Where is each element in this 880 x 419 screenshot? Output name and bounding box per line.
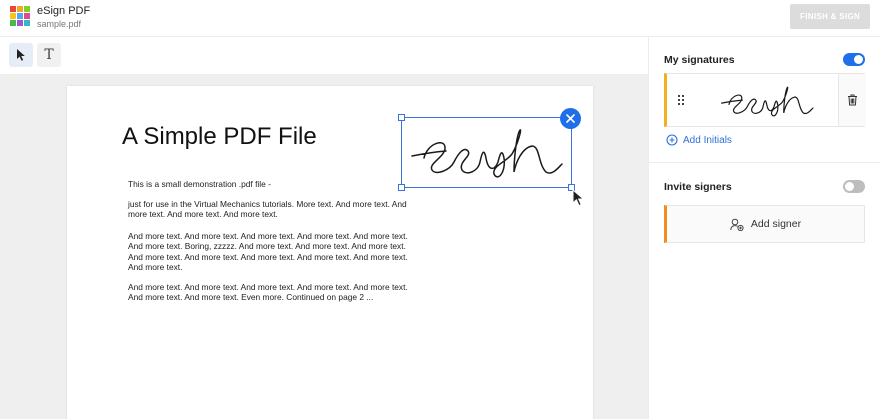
trash-icon (848, 94, 857, 106)
my-signatures-toggle[interactable] (843, 53, 865, 66)
text-tool-button[interactable]: T (37, 43, 61, 67)
select-tool-button[interactable] (9, 43, 33, 67)
plus-circle-icon (666, 134, 678, 146)
placed-signature-field[interactable] (398, 114, 575, 191)
drag-handle-icon[interactable] (678, 95, 684, 105)
my-signatures-title: My signatures (664, 54, 735, 66)
pdf-paragraph: And more text. And more text. And more t… (128, 231, 408, 273)
add-initials-label: Add Initials (683, 134, 732, 146)
toolbar: T (0, 37, 648, 74)
app-title: eSign PDF (37, 5, 91, 17)
add-signer-label: Add signer (750, 218, 802, 230)
pdf-paragraph: And more text. And more text. And more t… (128, 282, 408, 303)
resize-handle-top-left[interactable] (398, 114, 405, 121)
pdf-title: A Simple PDF File (122, 123, 317, 150)
add-initials-link[interactable]: Add Initials (666, 134, 732, 146)
resize-handle-bottom-left[interactable] (398, 184, 405, 191)
app-header: eSign PDF sample.pdf FINISH & SIGN (0, 0, 880, 37)
app-logo-icon (10, 6, 30, 26)
mouse-pointer-icon (572, 189, 585, 207)
pdf-paragraph: This is a small demonstration .pdf file … (128, 179, 271, 189)
invite-signers-title: Invite signers (664, 181, 732, 193)
signature-thumbnail (721, 86, 814, 117)
sidebar-divider (649, 162, 880, 163)
remove-signature-button[interactable] (560, 108, 581, 129)
signature-card[interactable] (664, 73, 866, 127)
pdf-paragraph: just for use in the Virtual Mechanics tu… (128, 199, 407, 220)
right-sidebar: My signatures Add Initials Invite signer… (648, 37, 880, 419)
add-signer-button[interactable]: Add signer (664, 205, 865, 243)
invite-signers-toggle[interactable] (843, 180, 865, 193)
cursor-arrow-icon (16, 49, 25, 61)
close-icon (566, 114, 575, 123)
text-icon: T (44, 47, 54, 63)
delete-signature-button[interactable] (838, 74, 866, 126)
finish-and-sign-button[interactable]: FINISH & SIGN (790, 4, 870, 29)
file-name: sample.pdf (37, 19, 82, 29)
signature-image (411, 129, 563, 178)
add-user-icon (730, 218, 744, 231)
